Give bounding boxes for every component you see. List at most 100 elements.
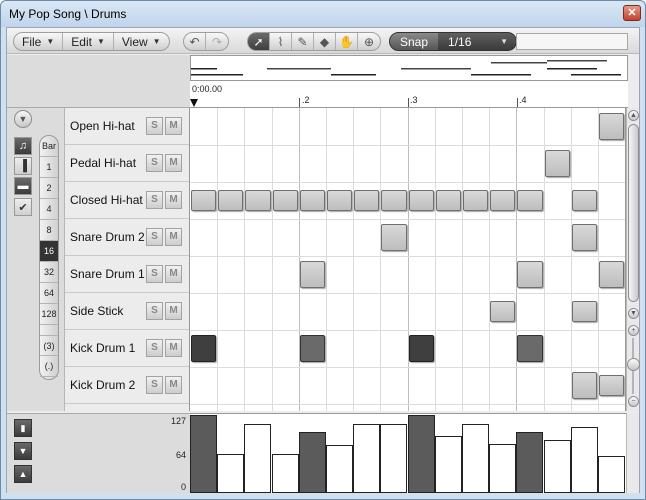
zoom-16[interactable]: 16 [40, 241, 58, 262]
mute-button[interactable]: M [165, 191, 182, 209]
solo-button[interactable]: S [146, 265, 163, 283]
listen-toggle[interactable]: ♫ [14, 137, 32, 155]
zoom-2[interactable]: 2 [40, 178, 58, 199]
velocity-bar[interactable] [489, 444, 516, 493]
zoom-triplet[interactable]: (3) [40, 335, 58, 356]
solo-button[interactable]: S [146, 154, 163, 172]
check-toggle[interactable]: ✔ [14, 198, 32, 216]
zoom-8[interactable]: 8 [40, 220, 58, 241]
drum-note[interactable] [218, 190, 244, 211]
drum-note[interactable] [408, 190, 434, 211]
vertical-scrollbar[interactable]: ▲ ▼ + − [626, 108, 640, 411]
zoom-in-button[interactable]: + [628, 325, 639, 336]
timeline-ruler[interactable]: 0:00.00 .2 .3 .4 [190, 81, 628, 108]
drum-note[interactable] [571, 224, 597, 251]
scroll-thumb[interactable] [628, 124, 639, 302]
drum-note[interactable] [299, 190, 325, 211]
zoom-64[interactable]: 64 [40, 283, 58, 304]
velocity-bar[interactable] [272, 454, 299, 493]
zoom-bar[interactable]: Bar [40, 136, 58, 157]
velocity-bar[interactable] [516, 432, 543, 493]
hand-tool-button[interactable]: ✋ [336, 33, 358, 50]
note-grid[interactable] [190, 108, 626, 411]
drum-note[interactable] [299, 335, 325, 362]
drum-note[interactable] [599, 375, 625, 396]
drum-note[interactable] [571, 190, 597, 211]
select-tool-button[interactable]: ➚ [248, 33, 270, 50]
solo-button[interactable]: S [146, 302, 163, 320]
snap-button[interactable]: Snap [390, 33, 439, 50]
track-row[interactable]: Kick Drum 1 SM [65, 330, 189, 367]
track-row[interactable]: Side Stick S M [65, 293, 189, 330]
zoom-tool-button[interactable]: ⊕ [358, 33, 380, 50]
drum-note[interactable] [517, 261, 543, 288]
drum-note[interactable] [571, 372, 597, 399]
redo-button[interactable]: ↷ [206, 33, 228, 50]
playhead-marker-icon[interactable] [190, 99, 198, 107]
velocity-bar[interactable] [299, 432, 326, 493]
drum-note[interactable] [463, 190, 489, 211]
scroll-up-button[interactable]: ▲ [628, 110, 639, 121]
solo-button[interactable]: S [146, 339, 163, 357]
eraser-tool-button[interactable]: ◆ [314, 33, 336, 50]
view-menu[interactable]: View ▼ [114, 33, 169, 50]
solo-button[interactable]: S [146, 191, 163, 209]
velocity-bar[interactable] [544, 440, 571, 493]
zoom-dotted[interactable]: (.) [40, 356, 58, 377]
drum-note[interactable] [191, 335, 217, 362]
track-row[interactable]: Closed Hi-hat S M [65, 182, 189, 219]
velocity-bars-toggle[interactable]: ▮ [14, 419, 32, 437]
mute-button[interactable]: M [165, 265, 182, 283]
mute-button[interactable]: M [165, 117, 182, 135]
drum-note[interactable] [381, 224, 407, 251]
close-button[interactable]: ✕ [623, 5, 641, 21]
drum-note[interactable] [490, 190, 516, 211]
file-menu[interactable]: File ▼ [14, 33, 64, 50]
solo-button[interactable]: S [146, 228, 163, 246]
velocity-bar[interactable] [380, 424, 407, 493]
velocity-ramp-toggle[interactable]: ▲ [14, 465, 32, 483]
drum-note[interactable] [354, 190, 380, 211]
panel-toggle[interactable]: ▐ [14, 157, 32, 175]
mute-button[interactable]: M [165, 228, 182, 246]
collapse-button[interactable]: ▼ [14, 110, 32, 128]
mute-button[interactable]: M [165, 154, 182, 172]
solo-button[interactable]: S [146, 117, 163, 135]
track-row[interactable]: Open Hi-hat S M [65, 108, 189, 145]
drum-note[interactable] [408, 335, 434, 362]
overview-strip[interactable] [190, 55, 628, 81]
drum-note[interactable] [571, 301, 597, 322]
velocity-bar[interactable] [326, 445, 353, 493]
drum-note[interactable] [245, 190, 271, 211]
track-row[interactable]: Snare Drum 2SM [65, 219, 189, 256]
mute-button[interactable]: M [165, 339, 182, 357]
zoom-1[interactable]: 1 [40, 157, 58, 178]
drum-note[interactable] [327, 190, 353, 211]
zoom-4[interactable]: 4 [40, 199, 58, 220]
zoom-slider-handle[interactable] [627, 358, 640, 371]
velocity-bar[interactable] [217, 454, 244, 493]
velocity-bar[interactable] [244, 424, 271, 493]
velocity-line-toggle[interactable]: ▼ [14, 442, 32, 460]
drum-note[interactable] [599, 113, 625, 140]
zoom-out-button[interactable]: − [628, 396, 639, 407]
solo-button[interactable]: S [146, 376, 163, 394]
drum-note[interactable] [272, 190, 298, 211]
velocity-bar[interactable] [190, 415, 217, 493]
velocity-panel[interactable] [190, 413, 626, 493]
drum-note[interactable] [191, 190, 217, 211]
track-row[interactable]: Pedal Hi-hat S M [65, 145, 189, 182]
velocity-bar[interactable] [571, 427, 598, 493]
velocity-scrollbar[interactable] [626, 413, 639, 493]
drum-note[interactable] [517, 190, 543, 211]
zoom-32[interactable]: 32 [40, 262, 58, 283]
drum-note[interactable] [299, 261, 325, 288]
scroll-down-button[interactable]: ▼ [628, 308, 639, 319]
zoom-128[interactable]: 128 [40, 304, 58, 325]
mute-button[interactable]: M [165, 302, 182, 320]
drum-note[interactable] [544, 150, 570, 177]
velocity-bar[interactable] [353, 424, 380, 493]
toolbar-field[interactable] [516, 33, 628, 50]
drum-note[interactable] [381, 190, 407, 211]
velocity-bar[interactable] [435, 436, 462, 493]
